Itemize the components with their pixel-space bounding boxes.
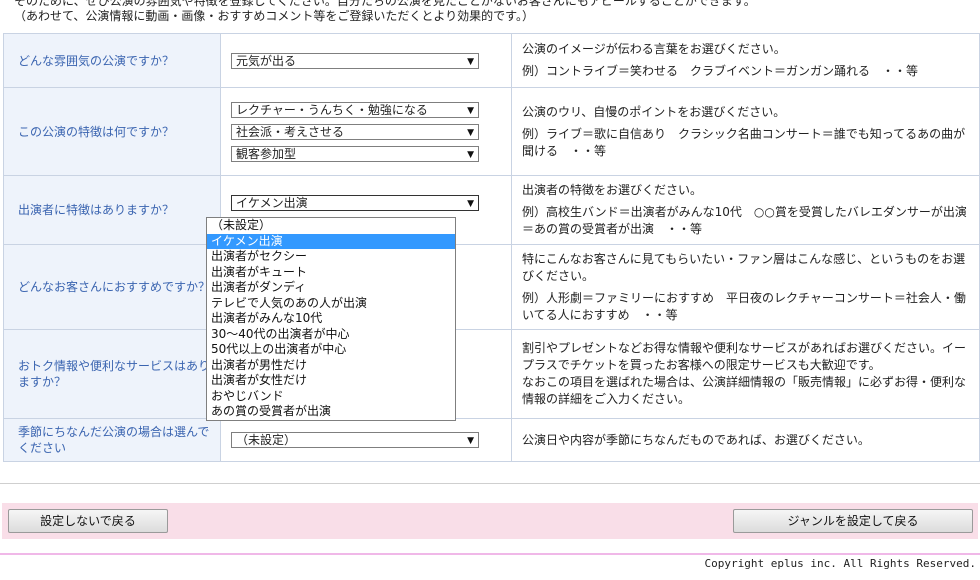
chevron-down-icon: ▼ bbox=[467, 127, 474, 138]
back-without-saving-button[interactable]: 設定しないで戻る bbox=[8, 509, 168, 533]
question-label: 季節にちなんだ公演の場合は選んでください bbox=[3, 418, 221, 462]
dropdown-option[interactable]: あの賞の受賞者が出演 bbox=[207, 404, 455, 420]
dropdown-option[interactable]: 30～40代の出演者が中心 bbox=[207, 327, 455, 343]
question-label: おトク情報や便利なサービスはありますか？ bbox=[3, 329, 221, 419]
description: 特にこんなお客さんに見てもらいたい・ファン層はこんな感じ、というものをお選びくだ… bbox=[522, 251, 966, 283]
atmosphere-select[interactable]: 元気が出る ▼ bbox=[231, 52, 479, 69]
intro-line-1: そのために、ぜひ公演の雰囲気や特徴を登録してください。自分たちの公演を見たことが… bbox=[14, 0, 756, 8]
feature-select-1[interactable]: レクチャー・うんちく・勉強になる ▼ bbox=[231, 101, 479, 118]
dropdown-option[interactable]: 出演者がみんな10代 bbox=[207, 311, 455, 327]
chevron-down-icon: ▼ bbox=[467, 56, 474, 67]
button-bar: 設定しないで戻る ジャンルを設定して戻る bbox=[2, 503, 978, 539]
example: 例）高校生バンド＝出演者がみんな10代 ○○賞を受賞したバレエダンサーが出演＝あ… bbox=[522, 205, 967, 236]
form-row-atmosphere: どんな雰囲気の公演ですか？ 元気が出る ▼ 公演のイメージが伝わる言葉をお選びく… bbox=[3, 33, 980, 88]
performer-select[interactable]: イケメン出演 ▼ bbox=[231, 195, 479, 211]
example: 例）コントライブ＝笑わせる クラブイベント＝ガンガン踊れる ・・等 bbox=[522, 64, 919, 78]
description: 公演のウリ、自慢のポイントをお選びください。 bbox=[522, 104, 786, 119]
question-label: どんな雰囲気の公演ですか？ bbox=[3, 33, 221, 88]
description: 出演者の特徴をお選びください。 bbox=[522, 183, 703, 197]
performer-dropdown-list[interactable]: （未設定） イケメン出演 出演者がセクシー 出演者がキュート 出演者がダンディ … bbox=[206, 217, 456, 421]
question-label: この公演の特徴は何ですか？ bbox=[3, 87, 221, 176]
dropdown-option[interactable]: （未設定） bbox=[207, 218, 455, 234]
description: 公演のイメージが伝わる言葉をお選びください。 bbox=[522, 42, 786, 56]
form-row-audience: どんなお客さんにおすすめですか？ 特にこんなお客さんに見てもらいたい・ファン層は… bbox=[3, 244, 980, 330]
dropdown-option[interactable]: 出演者がダンディ bbox=[207, 280, 455, 296]
intro-line-2: （あわせて、公演情報に動画・画像・おすすめコメント等をご登録いただくとより効果的… bbox=[14, 9, 534, 23]
chevron-down-icon: ▼ bbox=[467, 199, 474, 209]
chevron-down-icon: ▼ bbox=[467, 436, 474, 446]
form-row-deals: おトク情報や便利なサービスはありますか？ 割引やプレゼントなどお得な情報や便利な… bbox=[3, 329, 980, 419]
dropdown-option[interactable]: 50代以上の出演者が中心 bbox=[207, 342, 455, 358]
chevron-down-icon: ▼ bbox=[467, 149, 474, 160]
example: 例）人形劇＝ファミリーにおすすめ 平日夜のレクチャーコンサート＝社会人・働いてる… bbox=[522, 290, 966, 322]
dropdown-option[interactable]: 出演者がセクシー bbox=[207, 249, 455, 265]
description: 割引やプレゼントなどお得な情報や便利なサービスがあればお選びください。イープラス… bbox=[522, 341, 967, 372]
dropdown-option[interactable]: 出演者が女性だけ bbox=[207, 373, 455, 389]
dropdown-option[interactable]: おやじバンド bbox=[207, 389, 455, 405]
form-row-performers: 出演者に特徴はありますか？ イケメン出演 ▼ 出演者の特徴をお選びください。 例… bbox=[3, 175, 980, 245]
dropdown-option-highlighted[interactable]: イケメン出演 bbox=[207, 233, 455, 249]
save-genre-button[interactable]: ジャンルを設定して戻る bbox=[733, 509, 973, 533]
copyright-text: Copyright eplus inc. All Rights Reserved… bbox=[704, 557, 976, 570]
note: なおこの項目を選ばれた場合は、公演詳細情報の「販売情報」に必ずお得・便利な情報の… bbox=[522, 375, 967, 406]
example: 例）ライブ＝歌に自信あり クラシック名曲コンサート＝誰でも知ってるあの曲が聞ける… bbox=[522, 126, 966, 158]
season-select[interactable]: （未設定） ▼ bbox=[231, 432, 479, 448]
description: 公演日や内容が季節にちなんだものであれば、お選びください。 bbox=[522, 432, 870, 447]
question-label: どんなお客さんにおすすめですか？ bbox=[3, 244, 221, 330]
feature-select-2[interactable]: 社会派・考えさせる ▼ bbox=[231, 123, 479, 140]
divider bbox=[0, 483, 980, 484]
form-row-season: 季節にちなんだ公演の場合は選んでください （未設定） ▼ 公演日や内容が季節にち… bbox=[3, 418, 980, 462]
chevron-down-icon: ▼ bbox=[467, 105, 474, 116]
intro-text: そのために、ぜひ公演の雰囲気や特徴を登録してください。自分たちの公演を見たことが… bbox=[14, 0, 756, 24]
form-row-features: この公演の特徴は何ですか？ レクチャー・うんちく・勉強になる ▼ 社会派・考えさ… bbox=[3, 87, 980, 176]
characteristics-form: どんな雰囲気の公演ですか？ 元気が出る ▼ 公演のイメージが伝わる言葉をお選びく… bbox=[3, 33, 980, 462]
dropdown-option[interactable]: テレビで人気のあの人が出演 bbox=[207, 296, 455, 312]
footer-divider bbox=[0, 553, 980, 555]
dropdown-option[interactable]: 出演者が男性だけ bbox=[207, 358, 455, 374]
question-label: 出演者に特徴はありますか？ bbox=[3, 175, 221, 245]
feature-select-3[interactable]: 観客参加型 ▼ bbox=[231, 145, 479, 162]
dropdown-option[interactable]: 出演者がキュート bbox=[207, 265, 455, 281]
